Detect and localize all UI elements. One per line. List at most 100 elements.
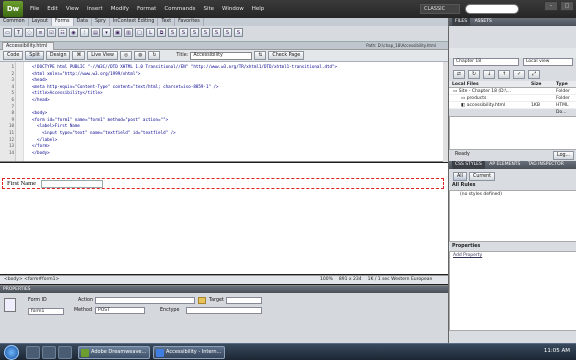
get-files-icon[interactable]: ↓ — [483, 70, 496, 79]
design-view-button[interactable]: Design — [45, 51, 71, 60]
method-select[interactable]: POST — [95, 307, 145, 314]
form-id-input[interactable]: form1 — [28, 308, 64, 315]
refresh-icon[interactable]: ↻ — [148, 51, 161, 60]
menu-site[interactable]: Site — [199, 6, 218, 12]
tab-files[interactable]: FILES — [452, 18, 471, 26]
menu-window[interactable]: Window — [218, 6, 248, 12]
spry-select-icon[interactable]: S — [201, 28, 210, 37]
tab-assets[interactable]: ASSETS — [472, 18, 495, 26]
tab-tag-inspector[interactable]: TAG INSPECTOR — [525, 161, 567, 169]
menu-view[interactable]: View — [62, 6, 83, 12]
task-browser[interactable]: Accessibility - Intern... — [153, 346, 225, 359]
task-dreamweaver[interactable]: Adobe Dreamweave... — [78, 346, 150, 359]
maximize-icon[interactable]: □ — [560, 1, 574, 11]
code-line[interactable]: <label>First Name — [32, 123, 80, 128]
spry-radio-group-icon[interactable]: S — [234, 28, 243, 37]
folder-icon[interactable] — [198, 297, 206, 304]
spry-checkbox-icon[interactable]: S — [190, 28, 199, 37]
spry-text-field-icon[interactable]: S — [168, 28, 177, 37]
refresh-files-icon[interactable]: ↻ — [468, 70, 481, 79]
split-view-button[interactable]: Split — [25, 51, 44, 60]
menu-commands[interactable]: Commands — [160, 6, 199, 12]
radio-button-icon[interactable]: ◉ — [69, 28, 78, 37]
css-current-button[interactable]: Current — [469, 172, 496, 181]
spry-confirm-icon[interactable]: S — [223, 28, 232, 37]
code-line[interactable]: <head> — [32, 77, 47, 82]
file-row[interactable]: ◧ accessibility.html 1KB HTML Do... — [449, 102, 576, 115]
document-tab[interactable]: Accessibility.html — [2, 42, 54, 50]
code-line[interactable]: <html xmlns="http://www.w3.org/1999/xhtm… — [32, 71, 140, 76]
action-input[interactable] — [95, 297, 195, 304]
jump-menu-icon[interactable]: ▾ — [102, 28, 111, 37]
tab-css-styles[interactable]: CSS STYLES — [452, 161, 485, 169]
live-view-button[interactable]: Live View — [87, 51, 118, 60]
code-line[interactable]: <title>Accessibility</title> — [32, 90, 103, 95]
menu-edit[interactable]: Edit — [43, 6, 62, 12]
code-line[interactable]: <form id="form1" name="form1" method="po… — [32, 117, 168, 122]
target-select[interactable] — [226, 297, 262, 304]
list-menu-icon[interactable]: ▤ — [91, 28, 100, 37]
ie-quicklaunch-icon[interactable] — [26, 346, 40, 359]
file-management-icon[interactable]: ⇅ — [254, 51, 267, 60]
log-button[interactable]: Log... — [553, 151, 575, 160]
code-view-button[interactable]: Code — [3, 51, 24, 60]
tab-forms[interactable]: Forms — [51, 18, 74, 26]
code-line[interactable]: </label> — [32, 137, 57, 142]
minimize-icon[interactable]: – — [544, 1, 558, 11]
menu-file[interactable]: File — [26, 6, 43, 12]
tab-incontext-editing[interactable]: InContext Editing — [110, 18, 159, 26]
preview-icon[interactable]: ◍ — [134, 51, 147, 60]
textarea-icon[interactable]: ≡ — [36, 28, 45, 37]
checkbox-icon[interactable]: ☑ — [47, 28, 56, 37]
col-size[interactable]: Size — [531, 81, 541, 88]
title-input[interactable]: Accessibility — [190, 51, 253, 60]
menu-modify[interactable]: Modify — [107, 6, 133, 12]
tab-ap-elements[interactable]: AP ELEMENTS — [486, 161, 523, 169]
start-button[interactable] — [4, 345, 19, 360]
checkbox-group-icon[interactable]: ☷ — [58, 28, 67, 37]
design-view[interactable]: First Name — [0, 163, 448, 274]
zoom-select[interactable]: 100% — [320, 276, 333, 284]
code-line[interactable]: <body> — [32, 110, 47, 115]
enctype-select[interactable] — [186, 307, 262, 314]
tag-selector[interactable]: <body> <form#form1> — [4, 277, 59, 282]
hidden-field-icon[interactable]: ◌ — [25, 28, 34, 37]
code-line[interactable]: <meta http-equiv="Content-Type" content=… — [32, 84, 219, 89]
text-field-icon[interactable]: T — [14, 28, 23, 37]
tab-common[interactable]: Common — [0, 18, 29, 26]
col-type[interactable]: Type — [556, 81, 568, 88]
put-files-icon[interactable]: ↑ — [498, 70, 511, 79]
tab-text[interactable]: Text — [158, 18, 176, 26]
tab-favorites[interactable]: Favorites — [175, 18, 204, 26]
radio-group-icon[interactable]: ⁝ — [80, 28, 89, 37]
first-name-textfield[interactable] — [41, 180, 103, 188]
tab-data[interactable]: Data — [74, 18, 92, 26]
properties-header[interactable]: PROPERTIES — [0, 286, 448, 293]
site-select[interactable]: Chapter 18 — [453, 58, 519, 66]
fieldset-icon[interactable]: ⧉ — [157, 28, 166, 37]
menu-help[interactable]: Help — [248, 6, 269, 12]
menu-insert[interactable]: Insert — [83, 6, 107, 12]
add-property-link[interactable]: Add Property — [453, 253, 482, 258]
explorer-quicklaunch-icon[interactable] — [42, 346, 56, 359]
button-icon[interactable]: □ — [135, 28, 144, 37]
image-field-icon[interactable]: ▣ — [113, 28, 122, 37]
code-line[interactable]: </head> — [32, 97, 50, 102]
col-local-files[interactable]: Local Files — [449, 82, 479, 87]
form-icon[interactable]: ▭ — [3, 28, 12, 37]
expand-icon[interactable]: ⤢ — [528, 70, 540, 79]
live-code-button[interactable]: ⌘ — [72, 51, 86, 60]
file-row[interactable]: ▭ products Folder — [449, 95, 576, 102]
file-row[interactable]: ▭ Site - Chapter 18 (D:\... Folder — [449, 88, 576, 95]
spry-password-icon[interactable]: S — [212, 28, 221, 37]
media-quicklaunch-icon[interactable] — [58, 346, 72, 359]
code-line[interactable]: <input type="text" name="textfield" id="… — [32, 130, 176, 135]
form-outline[interactable]: First Name — [2, 178, 444, 189]
connect-icon[interactable]: ⇄ — [453, 70, 466, 79]
file-field-icon[interactable]: ▥ — [124, 28, 133, 37]
workspace-switcher[interactable]: CLASSIC — [420, 4, 460, 14]
tab-spry[interactable]: Spry — [92, 18, 110, 26]
inspect-button[interactable]: ◎ — [120, 51, 133, 60]
window-size[interactable]: 891 x 234 — [339, 276, 362, 284]
css-all-button[interactable]: All — [453, 172, 467, 181]
